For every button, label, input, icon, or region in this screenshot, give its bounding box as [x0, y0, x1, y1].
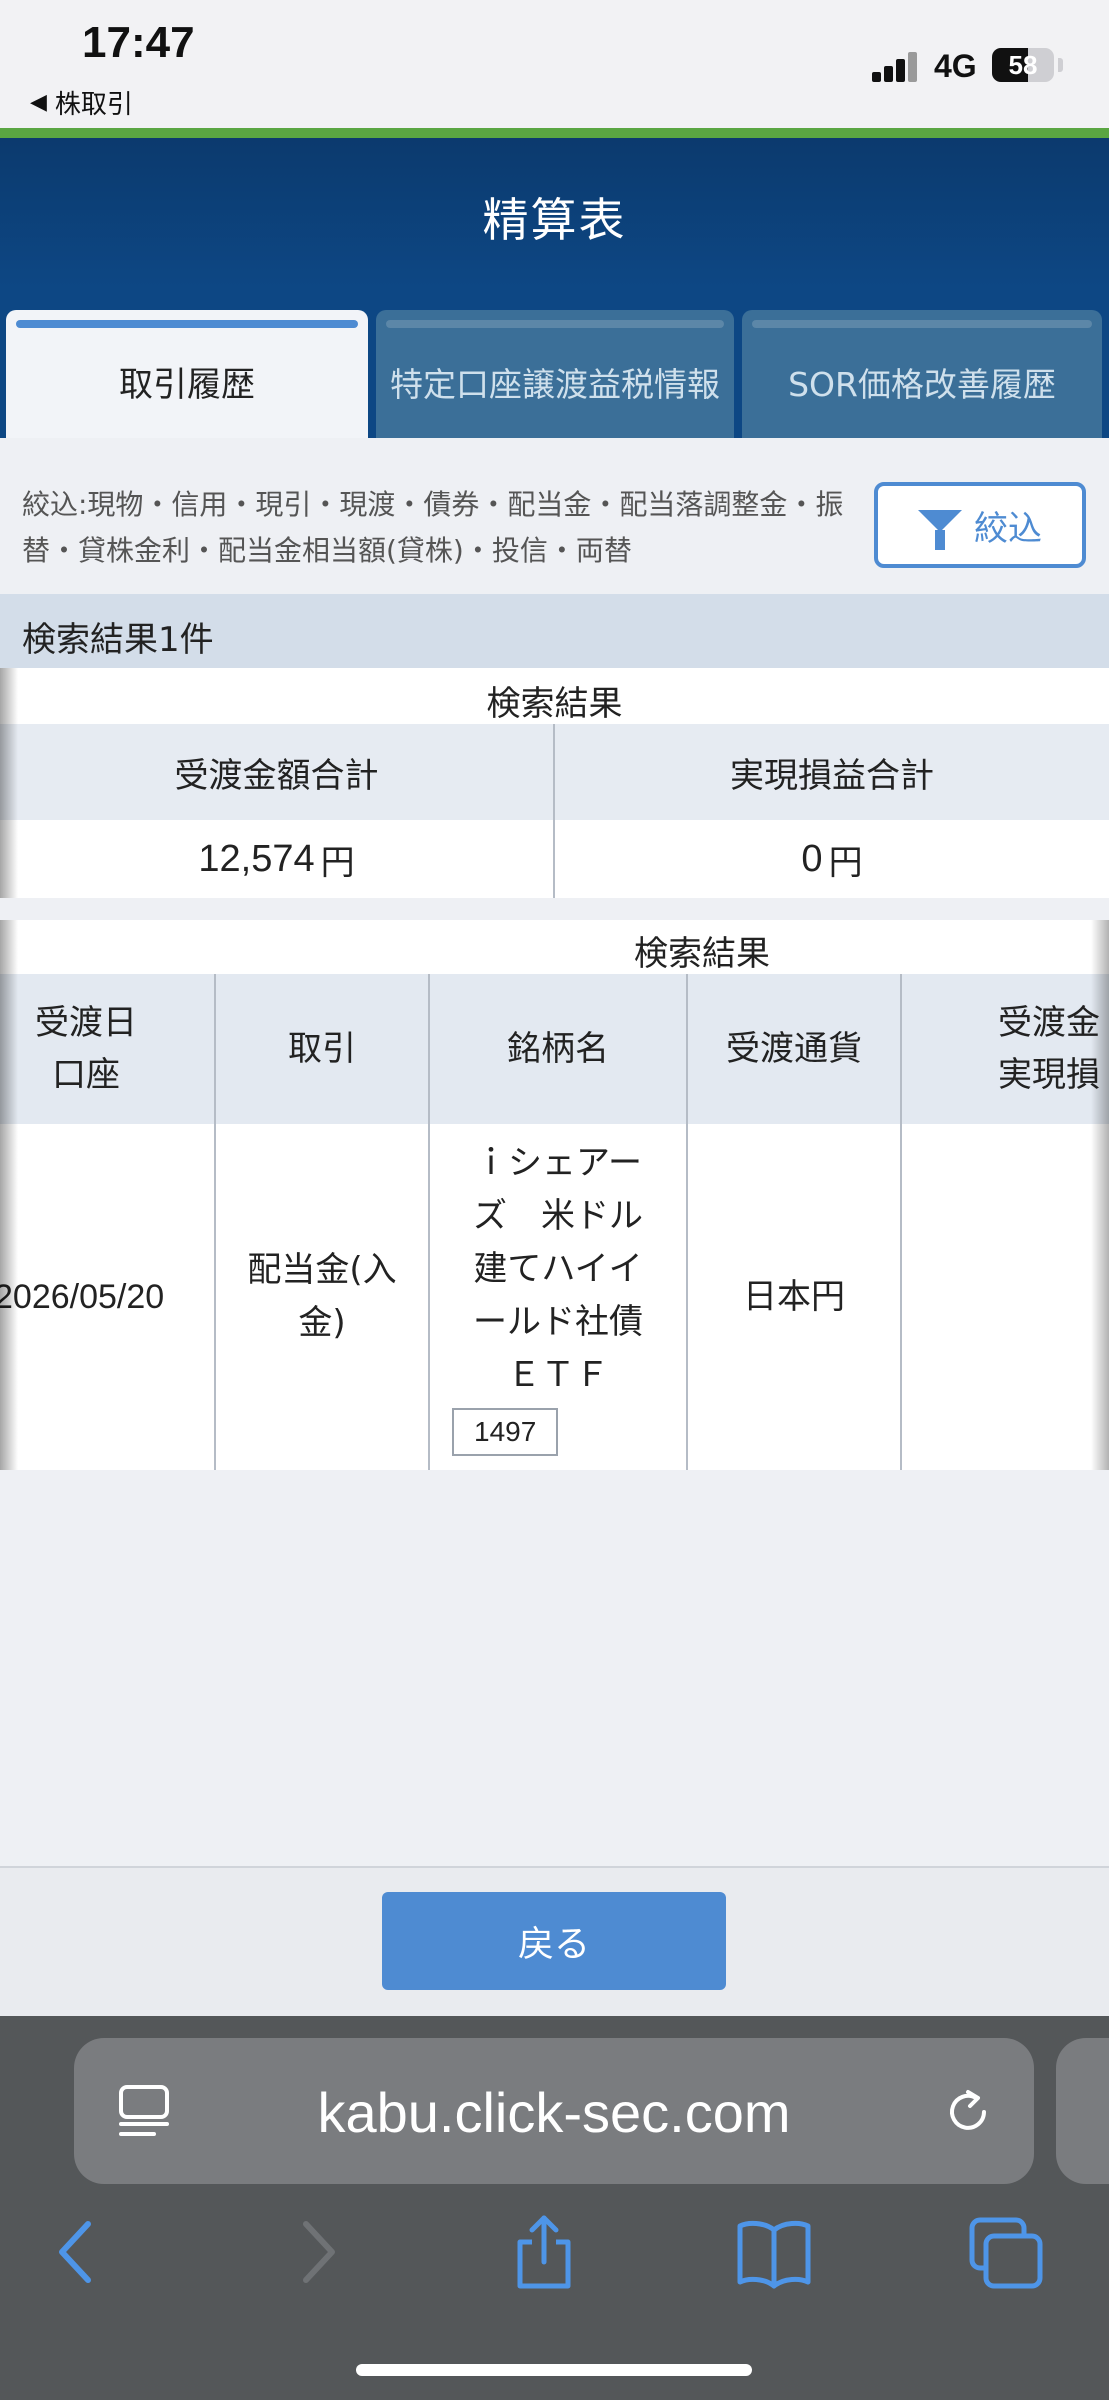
page-title: 精算表 [482, 193, 627, 247]
address-bar[interactable]: kabu.click-sec.com [74, 2038, 1034, 2184]
tab-indicator [752, 320, 1092, 328]
page-header: 精算表 [0, 138, 1109, 288]
back-app-label: 株取引 [54, 90, 133, 120]
col-divider [428, 974, 430, 1470]
detail-caption: 検索結果 [634, 934, 770, 974]
col-header-trade: 取引 [216, 974, 428, 1124]
cell-date: 2026/05/20 [0, 1124, 214, 1470]
col-header-name: 銘柄名 [430, 974, 686, 1124]
security-name: ｉシェアー ズ 米ドル 建てハイイ ールド社債 ＥＴＦ [473, 1143, 643, 1395]
home-indicator [356, 2364, 752, 2376]
battery-tip [1058, 58, 1063, 72]
reload-icon[interactable] [940, 2084, 996, 2140]
summary-header-pnl: 実現損益合計 [555, 724, 1109, 820]
filter-funnel-icon [918, 510, 962, 550]
summary-divider [553, 724, 555, 898]
col-header-amount: 受渡金 実現損 [902, 974, 1109, 1124]
tab-sor-history[interactable]: SOR価格改善履歴 [742, 310, 1102, 438]
filter-button-label: 絞込 [974, 508, 1042, 549]
summary-value-amount: 12,574 円 [0, 820, 553, 898]
back-triangle-icon: ◀ [30, 90, 47, 115]
col-divider [900, 974, 902, 1470]
scroll-shadow-left [0, 668, 18, 898]
battery-icon: 58 [992, 48, 1054, 82]
col-divider [686, 974, 688, 1470]
date-value: 2026/05/20 [0, 1277, 165, 1316]
summary-value-pnl: 0円 [555, 820, 1109, 898]
tab-bar: 取引履歴 特定口座譲渡益税情報 SOR価格改善履歴 [0, 288, 1109, 438]
tab-label: 取引履歴 [119, 365, 255, 405]
tab-indicator [386, 320, 724, 328]
filter-button[interactable]: 絞込 [874, 482, 1086, 568]
scroll-shadow-left [0, 920, 18, 1470]
col-header-currency: 受渡通貨 [688, 974, 900, 1124]
security-code: 1497 [452, 1408, 559, 1456]
back-button[interactable]: 戻る [382, 1892, 726, 1990]
col-header-date: 受渡日 口座 [0, 974, 172, 1124]
result-count: 検索結果1件 [22, 620, 214, 660]
cell-name: ｉシェアー ズ 米ドル 建てハイイ ールド社債 ＥＴＦ 1497 [430, 1124, 686, 1470]
cell-amount [902, 1124, 1109, 1470]
detail-caption-row: 検索結果 [0, 920, 1109, 974]
summary-header-amount: 受渡金額合計 [0, 724, 553, 820]
cell-currency: 日本円 [688, 1124, 900, 1470]
cell-trade: 配当金(入 金) [216, 1124, 428, 1470]
filter-section: 絞込:現物・信用・現引・現渡・債券・配当金・配当落調整金・振替・貸株金利・配当金… [0, 438, 1109, 594]
amount-total: 12,574 [198, 837, 315, 880]
accent-line [0, 128, 1109, 138]
back-nav-icon[interactable] [38, 2212, 118, 2292]
summary-caption: 検索結果 [0, 668, 1109, 724]
status-time: 17:47 [82, 18, 195, 67]
tab-label: 特定口座譲渡益税情報 [390, 365, 720, 404]
col-header-gap [172, 974, 216, 1124]
next-tab-preview[interactable] [1056, 2038, 1109, 2184]
filter-summary: 絞込:現物・信用・現引・現渡・債券・配当金・配当落調整金・振替・貸株金利・配当金… [22, 488, 844, 567]
scroll-shadow-right [1091, 920, 1109, 1470]
tab-tax-info[interactable]: 特定口座譲渡益税情報 [376, 310, 734, 438]
tab-indicator [16, 320, 358, 328]
bookmarks-icon[interactable] [734, 2212, 814, 2292]
yen-unit: 円 [828, 842, 863, 883]
url-text: kabu.click-sec.com [317, 2081, 791, 2144]
status-bar: 17:47 ◀ 株取引 4G 58 [0, 0, 1109, 128]
pnl-total: 0 [801, 837, 823, 880]
browser-toolbar: kabu.click-sec.com [0, 2016, 1109, 2400]
forward-nav-icon[interactable] [276, 2212, 356, 2292]
network-type: 4G [934, 48, 977, 84]
back-to-app-link[interactable]: ◀ 株取引 [30, 84, 133, 121]
battery-level: 58 [1008, 50, 1038, 80]
col-divider [214, 974, 216, 1470]
tab-trade-history[interactable]: 取引履歴 [6, 310, 368, 438]
share-icon[interactable] [504, 2212, 584, 2292]
result-count-bar: 検索結果1件 [0, 594, 1109, 668]
footer-bar: 戻る [0, 1866, 1109, 2016]
tabs-icon[interactable] [966, 2212, 1046, 2292]
yen-unit: 円 [320, 842, 355, 883]
tab-label: SOR価格改善履歴 [788, 365, 1056, 404]
signal-icon [872, 52, 920, 82]
